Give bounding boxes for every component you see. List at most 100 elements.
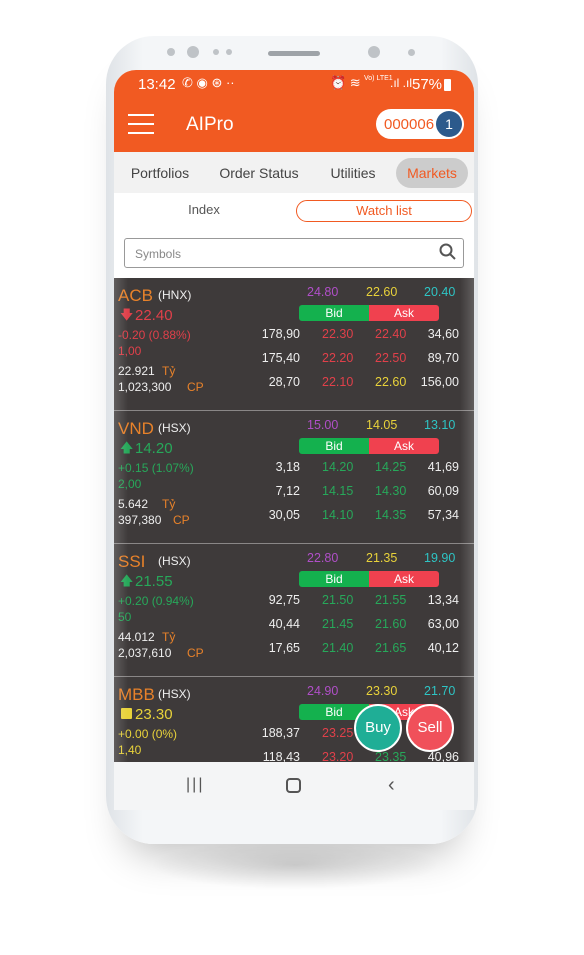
watch-list: ACB(HNX)🡇22.40-0.20 (0.88%)1,0022.921Tỷ1…: [114, 278, 474, 762]
stock-row-vnd[interactable]: VND(HSX)🡅14.20+0.15 (1.07%)2,005.642Tỷ39…: [114, 411, 474, 544]
glass-edge: [114, 278, 128, 762]
subtab-index[interactable]: Index: [154, 200, 254, 222]
price-change: +0.20 (0.94%): [118, 594, 194, 608]
bid-price: 22.10: [322, 375, 354, 389]
network-label: Vo) LTE1: [364, 75, 393, 82]
sensor-icon: [408, 49, 415, 56]
tab-utilities[interactable]: Utilities: [320, 158, 386, 188]
ask-volume: 40,12: [427, 641, 459, 655]
account-selector[interactable]: 000006 1: [376, 109, 464, 139]
ask-price: 14.25: [375, 460, 407, 474]
ask-volume: 89,70: [427, 351, 459, 365]
bid-volume: 118,43: [262, 750, 300, 762]
exchange-label: (HSX): [158, 687, 191, 701]
stock-row-acb[interactable]: ACB(HNX)🡇22.40-0.20 (0.88%)1,0022.921Tỷ1…: [114, 278, 474, 411]
bid-price: 22.30: [322, 327, 354, 341]
signal-icon: .ıl .ıl: [390, 76, 413, 90]
tab-order-status[interactable]: Order Status: [212, 158, 306, 188]
symbol-search-input[interactable]: Symbols: [124, 238, 464, 268]
status-time: 13:42: [138, 76, 176, 93]
search-icon[interactable]: [439, 243, 457, 261]
last-price: 21.55: [135, 573, 173, 590]
bid-volume: 28,70: [268, 375, 300, 389]
ask-volume: 13,34: [427, 593, 459, 607]
bid-volume: 40,44: [268, 617, 300, 631]
exchange-label: (HSX): [158, 421, 191, 435]
ask-price: 14.30: [375, 484, 407, 498]
reference-price: 21.35: [366, 551, 398, 565]
ask-volume: 63,00: [427, 617, 459, 631]
last-price: 14.20: [135, 440, 173, 457]
ceiling-price: 22.80: [307, 551, 339, 565]
bid-volume: 175,40: [261, 351, 300, 365]
app-header: AIPro 000006 1: [114, 100, 474, 152]
sell-button[interactable]: Sell: [406, 704, 454, 752]
app-screen: 13:42 ✆ ◉ ⊛ ·· ⏰ ≋ Vo) LTE1 .ıl .ıl 57% …: [114, 70, 474, 810]
ask-header: Ask: [369, 571, 439, 587]
ask-price: 22.60: [375, 375, 407, 389]
ask-header: Ask: [369, 305, 439, 321]
camera-icon: [368, 46, 380, 58]
ask-header: Ask: [369, 438, 439, 454]
bid-price: 23.20: [322, 750, 354, 762]
account-badge: 1: [436, 111, 462, 137]
phone-shadow: [150, 840, 440, 890]
ask-price: 22.50: [375, 351, 407, 365]
bid-price: 21.50: [322, 593, 354, 607]
reference-price: 23.30: [366, 684, 398, 698]
stock-row-ssi[interactable]: SSI(HSX)🡅21.55+0.20 (0.94%)5044.012Tỷ2,0…: [114, 544, 474, 677]
bid-price: 22.20: [322, 351, 354, 365]
battery-icon: [444, 79, 451, 91]
bid-volume: 92,75: [268, 593, 300, 607]
account-number: 000006: [384, 116, 435, 133]
app-title: AIPro: [186, 114, 234, 135]
unit-cp: CP: [187, 380, 204, 394]
bid-price: 21.45: [322, 617, 354, 631]
tab-markets[interactable]: Markets: [396, 158, 468, 188]
ask-volume: 156,00: [420, 375, 459, 389]
bid-volume: 3,18: [275, 460, 300, 474]
exchange-label: (HNX): [158, 288, 192, 302]
floor-price: 13.10: [424, 418, 456, 432]
ceiling-price: 24.90: [307, 684, 339, 698]
ask-price: 14.35: [375, 508, 407, 522]
ask-volume: 57,34: [427, 508, 459, 522]
bid-header: Bid: [299, 438, 369, 454]
recent-apps-icon[interactable]: |||: [186, 776, 204, 794]
ceiling-price: 15.00: [307, 418, 339, 432]
status-bar: 13:42 ✆ ◉ ⊛ ·· ⏰ ≋ Vo) LTE1 .ıl .ıl 57%: [114, 70, 474, 100]
buy-button[interactable]: Buy: [354, 704, 402, 752]
reference-price: 22.60: [366, 285, 398, 299]
android-nav-bar: ||| ‹: [114, 762, 474, 810]
bid-header: Bid: [299, 305, 369, 321]
bid-price: 14.15: [322, 484, 354, 498]
last-price: 22.40: [135, 307, 173, 324]
sensor-icon: [226, 49, 232, 55]
unit-cp: CP: [173, 513, 190, 527]
price-change: -0.20 (0.88%): [118, 328, 191, 342]
tab-portfolios[interactable]: Portfolios: [124, 158, 196, 188]
last-price: 23.30: [135, 706, 173, 723]
ceiling-price: 24.80: [307, 285, 339, 299]
ask-price: 21.55: [375, 593, 407, 607]
bid-price: 14.10: [322, 508, 354, 522]
unit-cp: CP: [187, 646, 204, 660]
bid-volume: 30,05: [268, 508, 300, 522]
ask-volume: 34,60: [427, 327, 459, 341]
bid-volume: 188,37: [261, 726, 300, 740]
sensor-icon: [213, 49, 219, 55]
ask-price: 21.60: [375, 617, 407, 631]
bid-volume: 17,65: [268, 641, 300, 655]
floor-price: 20.40: [424, 285, 456, 299]
bid-price: 23.25: [322, 726, 354, 740]
reference-price: 14.05: [366, 418, 398, 432]
ask-price: 21.65: [375, 641, 407, 655]
alarm-wifi-signal-icons: ⏰ ≋: [330, 75, 361, 90]
back-icon[interactable]: ‹: [388, 774, 395, 797]
speaker: [268, 51, 320, 56]
exchange-label: (HSX): [158, 554, 191, 568]
subtab-watch-list[interactable]: Watch list: [296, 200, 472, 222]
bid-price: 14.20: [322, 460, 354, 474]
menu-icon[interactable]: [128, 114, 154, 134]
home-icon[interactable]: [286, 778, 301, 793]
